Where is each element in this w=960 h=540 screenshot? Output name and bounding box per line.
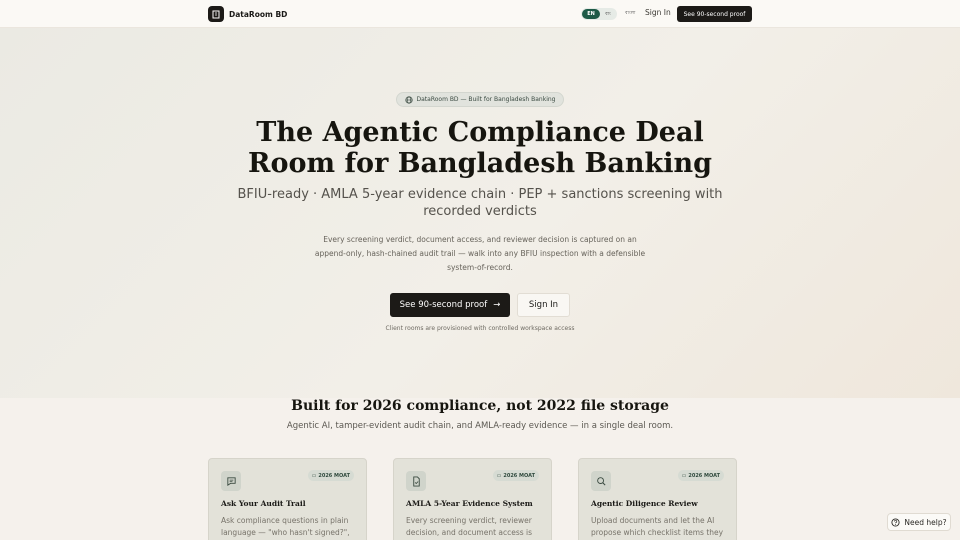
language-toggle[interactable]: EN বাং — [581, 8, 617, 20]
brand-logo[interactable]: DataRoom BD — [208, 6, 287, 22]
shield-icon: ▭ — [496, 472, 502, 479]
lang-bn-option[interactable]: বাং — [600, 9, 616, 19]
feature-card-amla[interactable]: ▭ 2026 MOAT AMLA 5-Year Evidence System … — [393, 458, 552, 540]
shield-icon: ▭ — [681, 472, 687, 479]
moat-badge: ▭ 2026 MOAT — [307, 470, 354, 481]
help-circle-icon — [891, 517, 900, 527]
card-text: Upload documents and let the AI propose … — [591, 516, 724, 537]
card-text: Every screening verdict, reviewer decisi… — [406, 516, 533, 537]
moat-badge: ▭ 2026 MOAT — [677, 470, 724, 481]
brand-name: DataRoom BD — [229, 9, 288, 19]
hero-note: Client rooms are provisioned with contro… — [385, 325, 575, 332]
search-icon — [591, 471, 611, 491]
card-title: Ask Your Audit Trail — [221, 499, 306, 508]
feature-card-audit-trail[interactable]: ▭ 2026 MOAT Ask Your Audit Trail Ask com… — [208, 458, 367, 540]
help-label: Need help? — [904, 517, 947, 527]
header-signin-link[interactable]: Sign In — [645, 8, 671, 17]
card-title: AMLA 5-Year Evidence System — [406, 499, 533, 508]
proof-button[interactable]: See 90-second proof → — [390, 293, 510, 317]
lang-en-option[interactable]: EN — [582, 9, 600, 19]
moat-label: 2026 MOAT — [503, 472, 535, 479]
shield-icon: ▭ — [311, 472, 317, 479]
hero-section: DataRoom BD — Built for Bangladesh Banki… — [0, 28, 960, 398]
moat-badge: ▭ 2026 MOAT — [492, 470, 539, 481]
document-check-icon — [406, 471, 426, 491]
hero-badge: DataRoom BD — Built for Bangladesh Banki… — [396, 92, 564, 107]
card-title: Agentic Diligence Review — [591, 499, 698, 508]
globe-icon — [404, 95, 413, 104]
proof-button-label: See 90-second proof — [399, 300, 488, 310]
hero-description: Every screening verdict, document access… — [314, 235, 646, 272]
moat-label: 2026 MOAT — [318, 472, 350, 479]
lang-bn-link[interactable]: বাংলা — [625, 10, 635, 17]
moat-label: 2026 MOAT — [688, 472, 720, 479]
card-text: Ask compliance questions in plain langua… — [221, 516, 350, 537]
header-proof-button[interactable]: See 90-second proof — [677, 6, 752, 22]
feature-card-diligence[interactable]: ▭ 2026 MOAT Agentic Diligence Review Upl… — [578, 458, 737, 540]
help-button[interactable]: Need help? — [887, 513, 951, 531]
hero-badge-text: DataRoom BD — Built for Bangladesh Banki… — [416, 96, 556, 103]
section-title: Built for 2026 compliance, not 2022 file… — [291, 398, 669, 414]
top-navbar: DataRoom BD EN বাং বাংলা Sign In See 90-… — [0, 0, 960, 28]
hero-title: The Agentic Compliance Deal Room for Ban… — [248, 117, 712, 179]
hero-subtitle: BFIU-ready · AMLA 5-year evidence chain … — [237, 187, 723, 219]
message-icon — [221, 471, 241, 491]
building-icon — [208, 6, 224, 22]
section-subtitle: Agentic AI, tamper-evident audit chain, … — [286, 421, 674, 431]
arrow-right-icon: → — [493, 300, 501, 310]
signin-button[interactable]: Sign In — [517, 293, 570, 317]
features-section: Built for 2026 compliance, not 2022 file… — [0, 398, 960, 540]
